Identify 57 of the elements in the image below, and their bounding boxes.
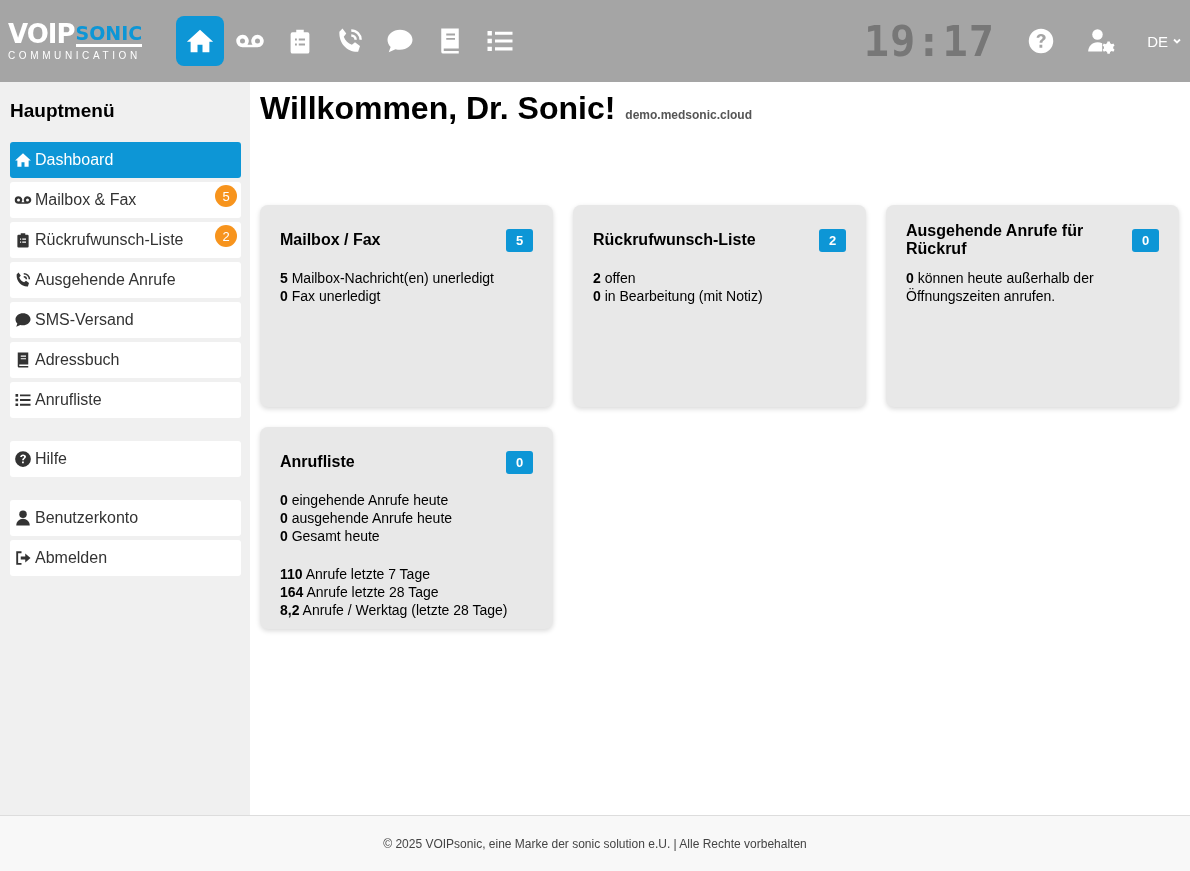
count-badge: 0 — [506, 450, 533, 474]
help-icon[interactable] — [1027, 27, 1056, 55]
stat-line: 0 Fax unerledigt — [280, 287, 382, 305]
card-title: Ausgehende Anrufe für Rückruf — [906, 222, 1085, 258]
help-icon — [14, 450, 32, 468]
stat-line: 0 ausgehende Anrufe heute — [280, 509, 454, 527]
copyright-text: © 2025 VOIPsonic, eine Marke der sonic solution e.U. | Alle Rechte vorbehalten — [383, 836, 807, 851]
count-badge: 5 — [506, 228, 533, 252]
count-badge: 0 — [1132, 228, 1159, 252]
sidebar-item-label: Benutzerkonto — [35, 509, 139, 527]
stat-line: 110 Anrufe letzte 7 Tage — [280, 565, 431, 583]
stat-line: 0 können heute außerhalb der Öffnungszeiten anrufen. — [906, 269, 1095, 305]
list-icon — [14, 391, 32, 409]
sidebar-item-label: Anrufliste — [35, 391, 102, 409]
stat-line: 2 offen — [593, 269, 637, 287]
clipboard-list-icon — [14, 231, 32, 249]
sidebar-item[interactable]: Adressbuch — [10, 342, 241, 378]
count-badge: 5 — [215, 185, 237, 207]
stat-line: 5 Mailbox-Nachricht(en) unerledigt — [280, 269, 495, 287]
sidebar-item-label: Mailbox & Fax — [35, 191, 137, 209]
card-title: Anrufliste — [280, 453, 355, 471]
welcome-title: Willkommen, Dr. Sonic! — [260, 90, 616, 127]
user-icon — [14, 509, 32, 527]
sidebar-item-label: Rückrufwunsch-Liste — [35, 231, 184, 249]
chevron-down-icon — [1172, 36, 1182, 46]
sign-out-icon — [14, 549, 32, 567]
nav-button[interactable] — [176, 16, 224, 66]
stat-line: 0 eingehende Anrufe heute — [280, 491, 450, 509]
logo: VOIPSONIC COMMUNICATION — [8, 21, 144, 61]
sidebar-item[interactable]: Ausgehende Anrufe — [10, 262, 241, 298]
sidebar-item[interactable]: Rückrufwunsch-Liste 2 — [10, 222, 241, 258]
sidebar-item-label: SMS-Versand — [35, 311, 134, 329]
sidebar-item[interactable]: Anrufliste — [10, 382, 241, 418]
count-badge: 2 — [215, 225, 237, 247]
sidebar-item[interactable]: Benutzerkonto — [10, 500, 241, 536]
sidebar-item[interactable]: SMS-Versand — [10, 302, 241, 338]
phone-icon — [14, 271, 32, 289]
sms-bubble-icon — [14, 311, 32, 329]
domain-label: demo.medsonic.cloud — [625, 108, 752, 122]
home-icon — [14, 151, 32, 169]
stat-line: 0 Gesamt heute — [280, 527, 381, 545]
stat-line: 8,2 Anrufe / Werktag (letzte 28 Tage) — [280, 601, 509, 619]
sidebar-title: Hauptmenü — [10, 100, 116, 122]
sidebar-item[interactable]: Hilfe — [10, 441, 241, 477]
sidebar-item-label: Adressbuch — [35, 351, 120, 369]
sidebar-item[interactable]: Mailbox & Fax 5 — [10, 182, 241, 218]
user-gear-icon[interactable] — [1087, 27, 1116, 55]
sidebar-item[interactable]: Abmelden — [10, 540, 241, 576]
stat-line: 164 Anrufe letzte 28 Tage — [280, 583, 440, 601]
card-title: Mailbox / Fax — [280, 231, 381, 249]
sidebar-item-label: Ausgehende Anrufe — [35, 271, 176, 289]
stat-line: 0 in Bearbeitung (mit Notiz) — [593, 287, 764, 305]
sidebar-item-label: Abmelden — [35, 549, 108, 567]
card-title: Rückrufwunsch-Liste — [593, 231, 756, 249]
count-badge: 2 — [819, 228, 846, 252]
sidebar-item-label: Dashboard — [35, 151, 114, 169]
sidebar-item-label: Hilfe — [35, 450, 67, 468]
